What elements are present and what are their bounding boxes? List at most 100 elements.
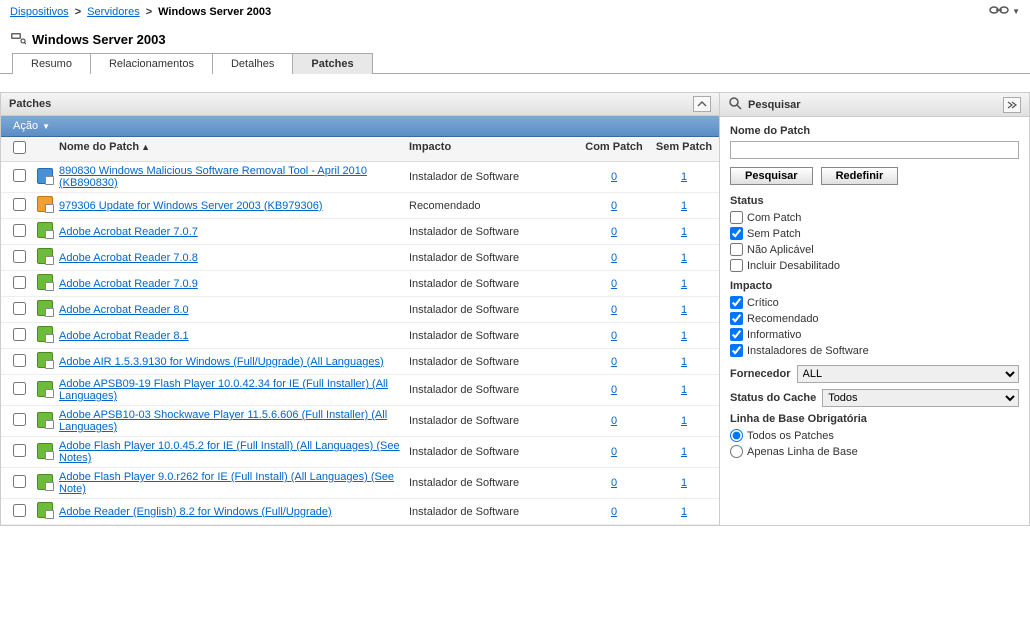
row-checkbox[interactable] bbox=[13, 475, 26, 488]
row-checkbox[interactable] bbox=[13, 198, 26, 211]
filter-label: Instaladores de Software bbox=[747, 345, 869, 357]
vendor-select[interactable]: ALL bbox=[797, 365, 1019, 383]
server-icon bbox=[10, 31, 26, 48]
filter-checkbox[interactable] bbox=[730, 259, 743, 272]
col-without-header[interactable]: Sem Patch bbox=[649, 141, 719, 157]
without-patch-link[interactable]: 1 bbox=[681, 200, 687, 212]
table-row: Adobe Reader (English) 8.2 for Windows (… bbox=[1, 499, 719, 525]
filter-checkbox[interactable] bbox=[730, 312, 743, 325]
search-button[interactable]: Pesquisar bbox=[730, 167, 813, 185]
patch-name-link[interactable]: Adobe Acrobat Reader 8.0 bbox=[59, 304, 189, 316]
chevron-down-icon[interactable]: ▼ bbox=[42, 122, 50, 131]
collapse-up-icon[interactable] bbox=[693, 96, 711, 112]
impact-value: Instalador de Software bbox=[409, 171, 579, 183]
patch-name-link[interactable]: Adobe Acrobat Reader 7.0.8 bbox=[59, 252, 198, 264]
row-checkbox[interactable] bbox=[13, 276, 26, 289]
with-patch-link[interactable]: 0 bbox=[611, 477, 617, 489]
row-checkbox[interactable] bbox=[13, 504, 26, 517]
with-patch-link[interactable]: 0 bbox=[611, 200, 617, 212]
without-patch-link[interactable]: 1 bbox=[681, 356, 687, 368]
with-patch-link[interactable]: 0 bbox=[611, 415, 617, 427]
table-row: 890830 Windows Malicious Software Remova… bbox=[1, 162, 719, 193]
col-impact-header[interactable]: Impacto bbox=[409, 141, 579, 157]
with-patch-link[interactable]: 0 bbox=[611, 226, 617, 238]
with-patch-link[interactable]: 0 bbox=[611, 171, 617, 183]
row-checkbox[interactable] bbox=[13, 354, 26, 367]
with-patch-link[interactable]: 0 bbox=[611, 304, 617, 316]
row-checkbox[interactable] bbox=[13, 328, 26, 341]
without-patch-link[interactable]: 1 bbox=[681, 477, 687, 489]
without-patch-link[interactable]: 1 bbox=[681, 304, 687, 316]
without-patch-link[interactable]: 1 bbox=[681, 384, 687, 396]
chevron-down-icon[interactable]: ▼ bbox=[1012, 7, 1020, 16]
filter-checkbox[interactable] bbox=[730, 243, 743, 256]
reset-button[interactable]: Redefinir bbox=[821, 167, 899, 185]
filter-checkbox[interactable] bbox=[730, 227, 743, 240]
patch-name-link[interactable]: Adobe Reader (English) 8.2 for Windows (… bbox=[59, 506, 332, 518]
filter-checkbox[interactable] bbox=[730, 211, 743, 224]
without-patch-link[interactable]: 1 bbox=[681, 278, 687, 290]
with-patch-link[interactable]: 0 bbox=[611, 252, 617, 264]
filter-checkbox[interactable] bbox=[730, 296, 743, 309]
without-patch-link[interactable]: 1 bbox=[681, 446, 687, 458]
patch-name-link[interactable]: 979306 Update for Windows Server 2003 (K… bbox=[59, 200, 323, 212]
patch-name-link[interactable]: Adobe Flash Player 9.0.r262 for IE (Full… bbox=[59, 471, 394, 495]
patch-name-link[interactable]: Adobe Acrobat Reader 7.0.9 bbox=[59, 278, 198, 290]
search-name-input[interactable] bbox=[730, 141, 1019, 159]
breadcrumb-link[interactable]: Servidores bbox=[87, 6, 140, 18]
filter-radio[interactable] bbox=[730, 429, 743, 442]
tab-detalhes[interactable]: Detalhes bbox=[212, 53, 293, 74]
filter-option: Crítico bbox=[730, 296, 1019, 309]
without-patch-link[interactable]: 1 bbox=[681, 415, 687, 427]
search-icon bbox=[728, 96, 742, 113]
breadcrumb-link[interactable]: Dispositivos bbox=[10, 6, 69, 18]
patch-icon bbox=[37, 168, 53, 184]
row-checkbox[interactable] bbox=[13, 250, 26, 263]
without-patch-link[interactable]: 1 bbox=[681, 506, 687, 518]
with-patch-link[interactable]: 0 bbox=[611, 278, 617, 290]
select-all-checkbox[interactable] bbox=[13, 141, 26, 154]
expand-out-icon[interactable] bbox=[1003, 97, 1021, 113]
tab-patches[interactable]: Patches bbox=[292, 53, 372, 74]
row-checkbox[interactable] bbox=[13, 302, 26, 315]
filter-option: Recomendado bbox=[730, 312, 1019, 325]
patch-name-link[interactable]: Adobe Acrobat Reader 8.1 bbox=[59, 330, 189, 342]
patch-name-link[interactable]: Adobe Acrobat Reader 7.0.7 bbox=[59, 226, 198, 238]
patch-name-link[interactable]: Adobe AIR 1.5.3.9130 for Windows (Full/U… bbox=[59, 356, 384, 368]
without-patch-link[interactable]: 1 bbox=[681, 330, 687, 342]
without-patch-link[interactable]: 1 bbox=[681, 252, 687, 264]
col-name-header[interactable]: Nome do Patch▲ bbox=[57, 141, 409, 157]
tab-resumo[interactable]: Resumo bbox=[12, 53, 91, 74]
row-checkbox[interactable] bbox=[13, 169, 26, 182]
impact-value: Instalador de Software bbox=[409, 330, 579, 342]
filter-checkbox[interactable] bbox=[730, 328, 743, 341]
table-row: Adobe Flash Player 9.0.r262 for IE (Full… bbox=[1, 468, 719, 499]
row-checkbox[interactable] bbox=[13, 224, 26, 237]
with-patch-link[interactable]: 0 bbox=[611, 506, 617, 518]
row-checkbox[interactable] bbox=[13, 444, 26, 457]
with-patch-link[interactable]: 0 bbox=[611, 330, 617, 342]
without-patch-link[interactable]: 1 bbox=[681, 171, 687, 183]
table-body: 890830 Windows Malicious Software Remova… bbox=[1, 162, 719, 525]
without-patch-link[interactable]: 1 bbox=[681, 226, 687, 238]
filter-checkbox[interactable] bbox=[730, 344, 743, 357]
col-with-header[interactable]: Com Patch bbox=[579, 141, 649, 157]
patch-name-link[interactable]: 890830 Windows Malicious Software Remova… bbox=[59, 165, 367, 189]
patch-name-link[interactable]: Adobe APSB09-19 Flash Player 10.0.42.34 … bbox=[59, 378, 388, 402]
cache-select[interactable]: Todos bbox=[822, 389, 1019, 407]
table-row: Adobe Acrobat Reader 7.0.9Instalador de … bbox=[1, 271, 719, 297]
table-row: Adobe Acrobat Reader 8.0Instalador de So… bbox=[1, 297, 719, 323]
row-checkbox[interactable] bbox=[13, 382, 26, 395]
patch-name-link[interactable]: Adobe Flash Player 10.0.45.2 for IE (Ful… bbox=[59, 440, 400, 464]
tab-relacionamentos[interactable]: Relacionamentos bbox=[90, 53, 213, 74]
action-dropdown[interactable]: Ação bbox=[13, 120, 38, 132]
filter-label: Todos os Patches bbox=[747, 430, 834, 442]
filter-radio[interactable] bbox=[730, 445, 743, 458]
link-chain-icon[interactable] bbox=[988, 4, 1010, 19]
with-patch-link[interactable]: 0 bbox=[611, 384, 617, 396]
with-patch-link[interactable]: 0 bbox=[611, 356, 617, 368]
filter-option: Não Aplicável bbox=[730, 243, 1019, 256]
patch-name-link[interactable]: Adobe APSB10-03 Shockwave Player 11.5.6.… bbox=[59, 409, 387, 433]
with-patch-link[interactable]: 0 bbox=[611, 446, 617, 458]
row-checkbox[interactable] bbox=[13, 413, 26, 426]
